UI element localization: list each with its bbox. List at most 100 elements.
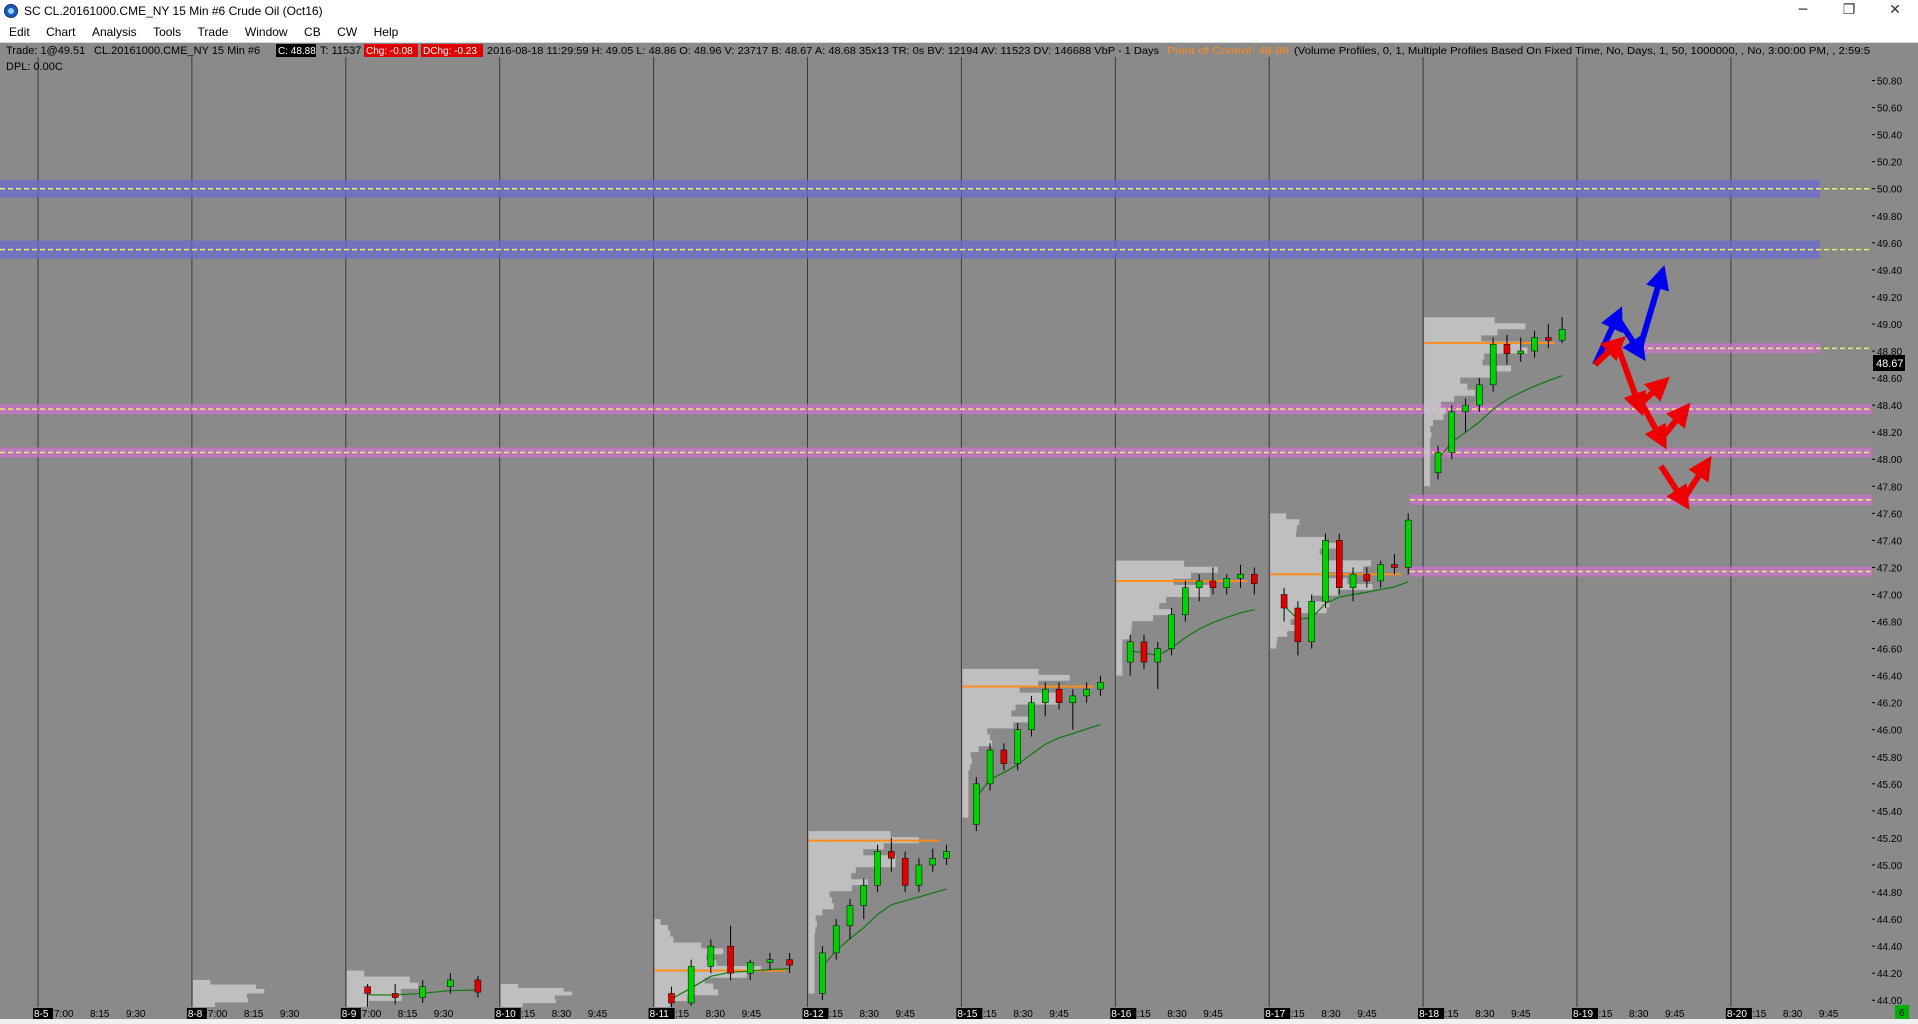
total-volume-label: T: 11537 [320, 45, 361, 57]
price-axis-label: 46.80 [1877, 618, 1902, 629]
candle-body [901, 857, 909, 886]
candle-body [391, 993, 399, 998]
candle-body [846, 905, 854, 927]
price-axis-label: 44.20 [1877, 969, 1902, 980]
price-axis-label: 44.40 [1877, 942, 1902, 953]
time-axis-label: 9:45 [588, 1009, 608, 1019]
price-axis-label: 46.20 [1877, 699, 1902, 710]
time-axis-label: 8:30 [1475, 1009, 1495, 1019]
price-axis-label: 45.40 [1877, 807, 1902, 818]
time-axis-label: 8:30 [860, 1009, 880, 1019]
date-axis-label: 8-9 [342, 1009, 357, 1019]
menu-analysis[interactable]: Analysis [92, 22, 137, 39]
candle-body [1028, 702, 1035, 730]
price-axis-label: 45.60 [1877, 780, 1902, 791]
candle-body [1000, 749, 1008, 764]
symbol-label: CL.20161000.CME_NY 15 Min #6 [94, 45, 260, 57]
date-axis-label: 8-10 [496, 1009, 516, 1019]
time-axis-label: 9:45 [1357, 1009, 1377, 1019]
close-button[interactable]: ✕ [1872, 0, 1918, 22]
time-axis-label: 9:30 [280, 1009, 300, 1019]
time-axis-label: 9:45 [1511, 1009, 1531, 1019]
candle-body [1503, 344, 1511, 354]
point-of-control-label: Point of Control: 48.86 [1167, 46, 1290, 57]
date-axis-label: 8-18 [1419, 1009, 1439, 1019]
candle-body [766, 959, 774, 963]
candle-body [1349, 573, 1357, 588]
menu-cb[interactable]: CB [304, 22, 321, 39]
price-axis-label: 50.40 [1877, 131, 1902, 142]
candle-body [1558, 329, 1566, 341]
minimize-button[interactable]: ─ [1780, 0, 1826, 22]
candle-body [1404, 519, 1412, 568]
price-axis-label: 50.80 [1877, 77, 1902, 88]
menu-chart[interactable]: Chart [46, 22, 75, 39]
price-axis-label: 48.00 [1877, 455, 1902, 466]
date-axis-label: 8-19 [1573, 1009, 1593, 1019]
price-axis-label: 49.60 [1877, 239, 1902, 250]
time-axis-label: 9:45 [1203, 1009, 1223, 1019]
app-logo-icon [4, 4, 18, 18]
candle-body [474, 979, 482, 993]
candle-body [874, 851, 881, 886]
price-axis-label: 50.00 [1877, 185, 1902, 196]
candle-body [1489, 344, 1497, 386]
candle-body [1462, 404, 1469, 413]
candle-body [1322, 540, 1329, 602]
candle-body [786, 959, 793, 966]
date-axis-label: 8-17 [1265, 1009, 1285, 1019]
restore-button[interactable]: ❐ [1826, 0, 1872, 22]
price-axis-label: 48.40 [1877, 401, 1902, 412]
time-axis-label: 8:30 [552, 1009, 572, 1019]
candle-body [973, 783, 980, 825]
menu-edit[interactable]: Edit [9, 22, 30, 39]
candle-body [888, 851, 895, 859]
title-bar: SC CL.20161000.CME_NY 15 Min #6 Crude Oi… [0, 0, 1918, 22]
price-axis-label: 47.80 [1877, 482, 1902, 493]
menu-help[interactable]: Help [374, 22, 399, 39]
candle-body [419, 986, 426, 998]
menu-trade[interactable]: Trade [198, 22, 229, 39]
price-axis-label: 50.20 [1877, 158, 1902, 169]
daily-change-badge: DChg: -0.23 [423, 46, 477, 57]
candle-body [1209, 580, 1217, 588]
candle-body [1223, 578, 1230, 588]
price-axis-label: 44.60 [1877, 915, 1902, 926]
menu-cw[interactable]: CW [337, 22, 357, 39]
time-axis-label: 7:15 [977, 1009, 997, 1019]
time-axis-label: 8:30 [1321, 1009, 1341, 1019]
candle-body [1154, 648, 1162, 663]
price-axis-label: 45.00 [1877, 861, 1902, 872]
candle-body [1476, 384, 1483, 406]
date-axis-label: 8-11 [650, 1009, 670, 1019]
bar-info-label: 2016-08-18 11:29:59 H: 49.05 L: 48.86 O:… [487, 46, 1159, 57]
time-axis-label: 7:00 [208, 1009, 228, 1019]
date-axis-label: 8-15 [957, 1009, 977, 1019]
current-price-label: 48.67 [1876, 358, 1904, 370]
price-axis-label: 49.40 [1877, 266, 1902, 277]
candle-body [1531, 337, 1538, 352]
chart-area[interactable]: 50.80 50.60 50.40 50.20 50.00 49.80 49.60 49.40… [0, 43, 1918, 1020]
time-axis-label: 8:30 [1013, 1009, 1033, 1019]
menu-tools[interactable]: Tools [153, 22, 181, 39]
time-axis-label: 9:45 [1049, 1009, 1069, 1019]
price-axis-label: 47.60 [1877, 509, 1902, 520]
candle-body [832, 925, 840, 954]
candle-body [1140, 641, 1148, 663]
candle-body [1237, 573, 1244, 579]
candle-body [687, 966, 695, 1004]
time-axis-label: 7:15 [1747, 1009, 1767, 1019]
candle-body [364, 986, 371, 994]
time-axis-label: 9:45 [896, 1009, 916, 1019]
date-axis-label: 8-16 [1111, 1009, 1131, 1019]
price-axis-label: 46.00 [1877, 726, 1902, 737]
time-axis-label: 7:15 [824, 1009, 844, 1019]
candle-body [1195, 580, 1203, 588]
price-axis-label: 50.60 [1877, 104, 1902, 115]
price-chart[interactable]: 50.80 50.60 50.40 50.20 50.00 49.80 49.60 49.40… [0, 43, 1918, 1020]
time-axis-label: 9:45 [1819, 1009, 1839, 1019]
time-axis-label: 8:30 [706, 1009, 726, 1019]
time-axis-label: 9:30 [434, 1009, 454, 1019]
time-axis-label: 7:15 [1439, 1009, 1459, 1019]
menu-window[interactable]: Window [245, 22, 288, 39]
